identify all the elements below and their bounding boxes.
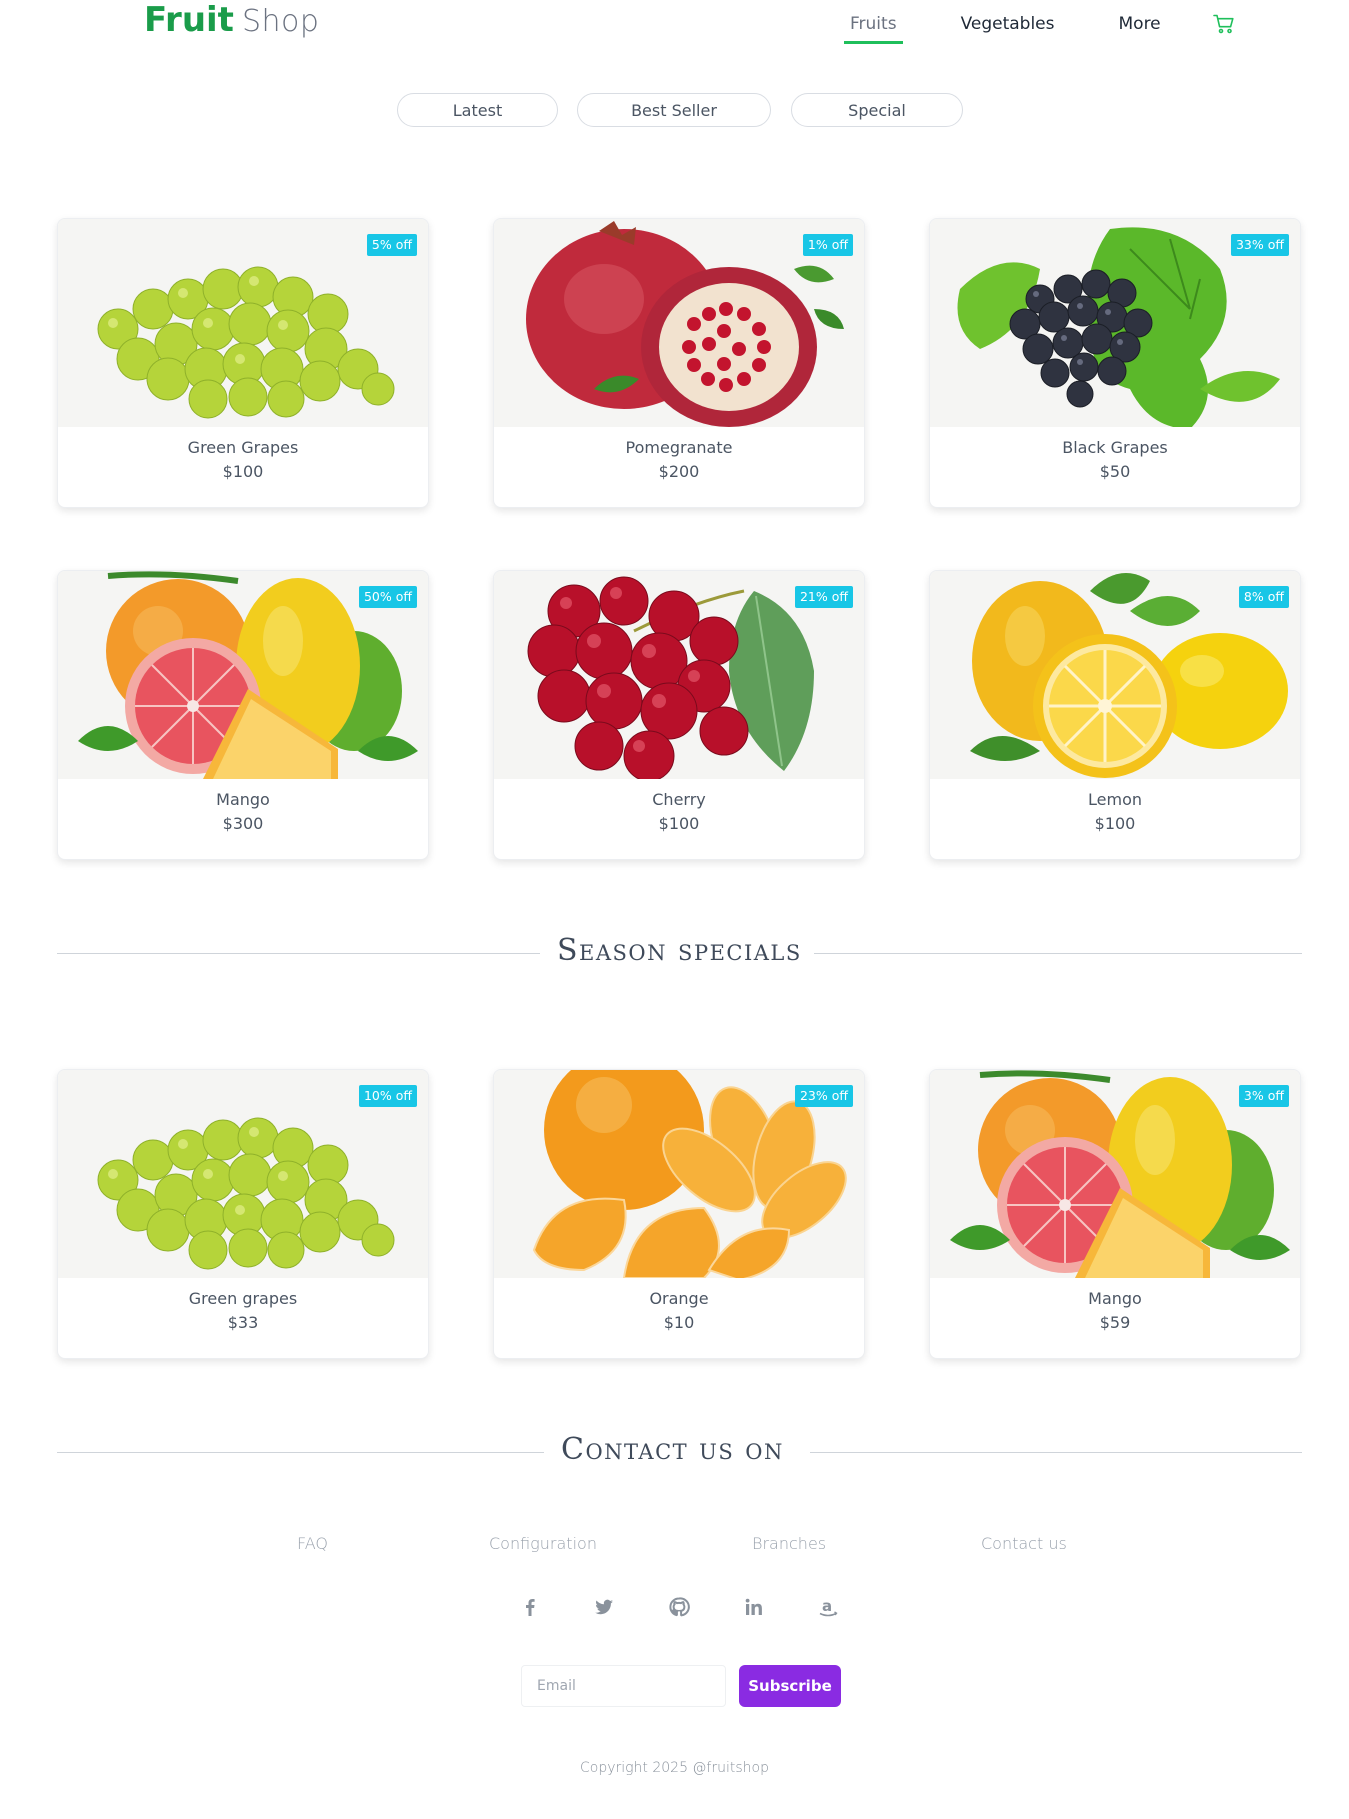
- discount-badge: 5% off: [366, 234, 417, 256]
- discount-badge: 23% off: [794, 1085, 853, 1107]
- product-image-pomegranate: 1% off: [494, 219, 864, 427]
- season-specials-heading: Season specials: [57, 933, 1302, 973]
- product-image-citrus-mix: 50% off: [58, 571, 428, 779]
- brand-secondary: Shop: [241, 4, 320, 39]
- product-image-green-grapes: 5% off: [58, 219, 428, 427]
- product-name: Green grapes: [188, 1289, 298, 1308]
- brand-primary: Fruit: [144, 0, 234, 40]
- product-name: Mango: [216, 790, 270, 809]
- discount-badge: 50% off: [358, 586, 417, 608]
- product-price: $200: [658, 462, 700, 481]
- section-title: Contact us on: [561, 1432, 784, 1467]
- product-card[interactable]: 10% off Green grapes $33: [57, 1069, 429, 1359]
- discount-badge: 21% off: [794, 586, 853, 608]
- product-grid-row-2: 50% off Mango $300 21% off Cherry $100 8…: [57, 570, 1302, 860]
- divider-line: [57, 1452, 544, 1453]
- brand-logo[interactable]: Fruit Shop: [144, 0, 319, 48]
- product-image-green-grapes: 10% off: [58, 1070, 428, 1278]
- contact-heading: Contact us on: [57, 1432, 1302, 1472]
- product-price: $50: [1099, 462, 1131, 481]
- product-price: $100: [222, 462, 264, 481]
- discount-badge: 1% off: [802, 234, 853, 256]
- product-name: Cherry: [652, 790, 706, 809]
- footer-link-configuration[interactable]: Configuration: [489, 1534, 597, 1553]
- email-input[interactable]: [521, 1665, 726, 1707]
- product-name: Mango: [1088, 1289, 1142, 1308]
- product-price: $100: [1094, 814, 1136, 833]
- product-card[interactable]: 50% off Mango $300: [57, 570, 429, 860]
- nav-fruits[interactable]: Fruits: [844, 14, 903, 44]
- footer-link-faq[interactable]: FAQ: [297, 1534, 328, 1553]
- product-grid-row-1: 5% off Green Grapes $100 1% off Pomegran…: [57, 218, 1302, 508]
- nav-more[interactable]: More: [1119, 14, 1161, 44]
- product-image-black-grapes: 33% off: [930, 219, 1300, 427]
- github-icon[interactable]: [667, 1595, 691, 1619]
- facebook-icon[interactable]: [518, 1595, 542, 1619]
- nav-vegetables[interactable]: Vegetables: [961, 14, 1055, 44]
- product-card[interactable]: 3% off Mango $59: [929, 1069, 1301, 1359]
- linkedin-icon[interactable]: [742, 1595, 766, 1619]
- section-title: Season specials: [557, 933, 802, 968]
- discount-badge: 10% off: [358, 1085, 417, 1107]
- cart-icon[interactable]: [1212, 14, 1235, 44]
- svg-text:a: a: [822, 1597, 832, 1615]
- product-card[interactable]: 5% off Green Grapes $100: [57, 218, 429, 508]
- product-card[interactable]: 21% off Cherry $100: [493, 570, 865, 860]
- discount-badge: 33% off: [1230, 234, 1289, 256]
- footer-link-branches[interactable]: Branches: [752, 1534, 826, 1553]
- product-name: Black Grapes: [1062, 438, 1168, 457]
- product-card[interactable]: 23% off Orange $10: [493, 1069, 865, 1359]
- tab-best-seller[interactable]: Best Seller: [577, 93, 771, 127]
- product-price: $300: [222, 814, 264, 833]
- product-image-cherry: 21% off: [494, 571, 864, 779]
- divider-line: [57, 953, 540, 954]
- product-card[interactable]: 8% off Lemon $100: [929, 570, 1301, 860]
- product-price: $100: [658, 814, 700, 833]
- product-image-lemon: 8% off: [930, 571, 1300, 779]
- product-price: $33: [227, 1313, 259, 1332]
- main-nav: Fruits Vegetables More: [836, 14, 1235, 44]
- season-grid: 10% off Green grapes $33 23% off Orange …: [57, 1069, 1302, 1359]
- amazon-icon[interactable]: a: [816, 1595, 840, 1619]
- divider-line: [810, 1452, 1302, 1453]
- product-price: $59: [1099, 1313, 1131, 1332]
- footer-link-contact-us[interactable]: Contact us: [981, 1534, 1067, 1553]
- copyright-text: Copyright 2025 @fruitshop: [579, 1760, 769, 1776]
- product-name: Green Grapes: [187, 438, 299, 457]
- product-image-orange: 23% off: [494, 1070, 864, 1278]
- discount-badge: 3% off: [1238, 1085, 1289, 1107]
- product-name: Lemon: [1088, 790, 1142, 809]
- tab-special[interactable]: Special: [791, 93, 963, 127]
- twitter-icon[interactable]: [592, 1595, 616, 1619]
- product-name: Pomegranate: [625, 438, 733, 457]
- product-card[interactable]: 1% off Pomegranate $200: [493, 218, 865, 508]
- tab-latest[interactable]: Latest: [397, 93, 558, 127]
- product-image-citrus-mix: 3% off: [930, 1070, 1300, 1278]
- subscribe-button[interactable]: Subscribe: [739, 1665, 841, 1707]
- product-price: $10: [663, 1313, 695, 1332]
- product-card[interactable]: 33% off Black Grapes $50: [929, 218, 1301, 508]
- divider-line: [814, 953, 1302, 954]
- product-name: Orange: [649, 1289, 709, 1308]
- discount-badge: 8% off: [1238, 586, 1289, 608]
- social-icons: a: [0, 1595, 1349, 1619]
